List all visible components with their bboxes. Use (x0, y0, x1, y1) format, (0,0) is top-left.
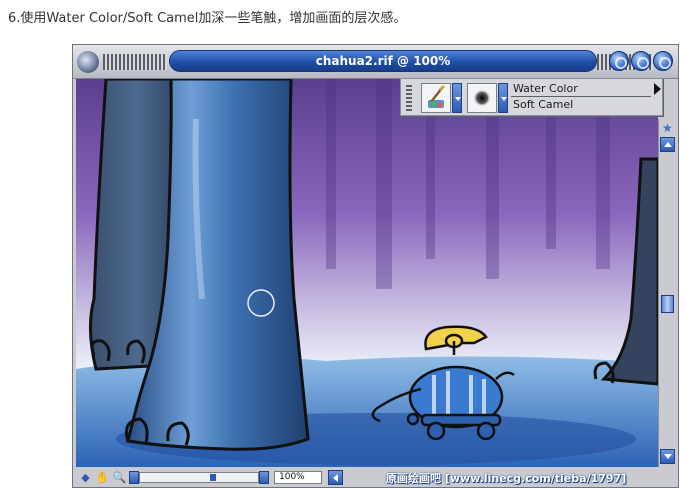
zoom-in-button[interactable] (259, 471, 269, 484)
minimize-button[interactable] (609, 51, 629, 71)
window-title: chahua2.rif @ 100% (169, 50, 597, 72)
grabber-hand-icon[interactable]: ✋ (95, 470, 110, 485)
variant-dropdown-button[interactable] (498, 83, 508, 113)
title-bar[interactable]: chahua2.rif @ 100% (73, 45, 678, 79)
watermark-text: 原画绘画吧 [www.linecg.com/tieba/1797] (386, 472, 627, 485)
document-window: chahua2.rif @ 100% Water Color Soft Came… (72, 44, 679, 488)
magnifier-icon[interactable]: 🔍 (112, 470, 127, 485)
scroll-up-button[interactable] (660, 137, 675, 152)
close-button[interactable] (653, 51, 673, 71)
painting-canvas[interactable] (76, 79, 658, 467)
scroll-down-button[interactable] (660, 449, 675, 464)
status-bar: ◆ ✋ 🔍 100% 原画绘画吧 [www.linecg.com/tieba/1… (76, 469, 676, 486)
painter-logo-icon (77, 51, 99, 73)
brushbar-divider (511, 96, 651, 97)
brush-variant-label[interactable]: Soft Camel (513, 98, 573, 111)
brush-category-label[interactable]: Water Color (513, 82, 578, 95)
scroll-left-button[interactable] (328, 470, 343, 485)
navigator-icon[interactable]: ◆ (78, 470, 93, 485)
star-icon: ★ (662, 121, 673, 135)
zoom-level-field[interactable]: 100% (274, 471, 322, 484)
zoom-slider[interactable] (139, 472, 259, 483)
triangle-right-icon[interactable] (654, 83, 661, 95)
vertical-scroll-thumb[interactable] (661, 295, 674, 313)
brush-category-icon[interactable] (421, 83, 451, 113)
vertical-scrollbar[interactable]: ★ (658, 119, 676, 467)
instruction-caption: 6.使用Water Color/Soft Camel加深一些笔触，增加画面的层次… (8, 11, 407, 26)
title-grip-left (103, 54, 167, 70)
maximize-button[interactable] (631, 51, 651, 71)
brushbar-grip[interactable] (406, 85, 412, 111)
brush-selector-bar: Water Color Soft Camel (400, 78, 663, 116)
brush-variant-icon[interactable] (467, 83, 497, 113)
category-dropdown-button[interactable] (452, 83, 462, 113)
artwork (76, 79, 658, 467)
zoom-out-button[interactable] (129, 471, 139, 484)
